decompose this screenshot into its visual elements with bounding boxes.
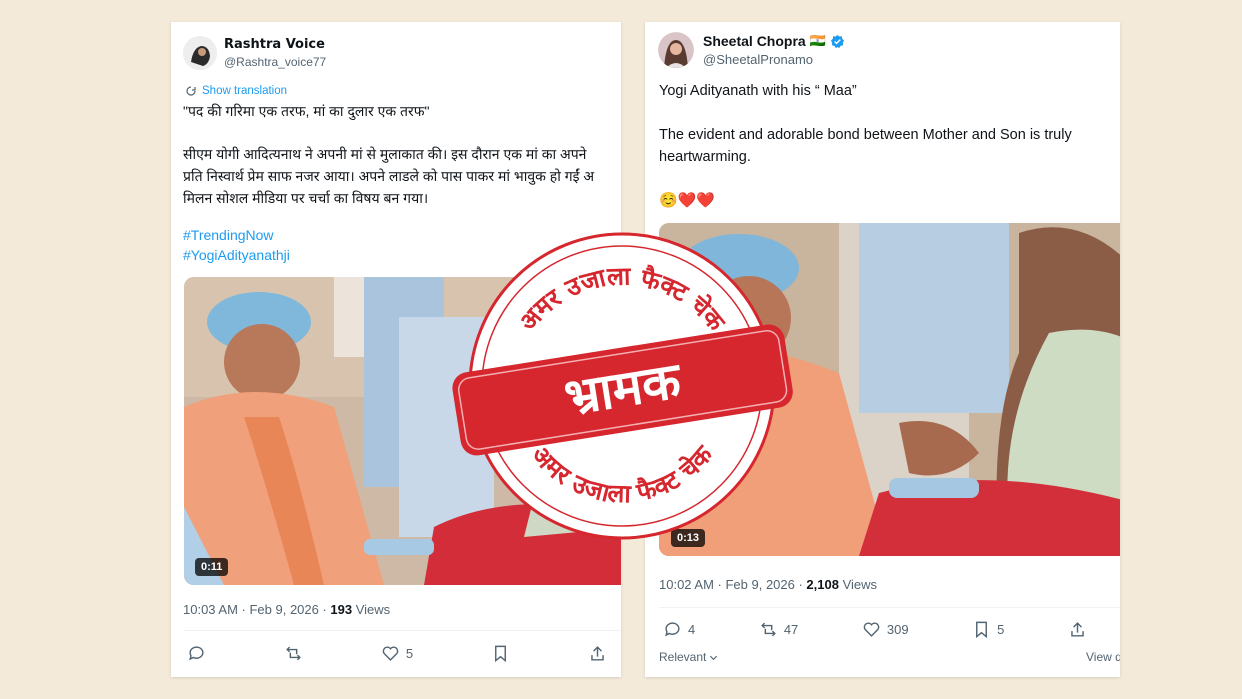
sort-relevant-dropdown[interactable]: Relevant <box>659 650 719 664</box>
stamp-graphic: अमर उजाला फैक्ट चेक अमर उजाला फैक्ट चेक … <box>452 232 793 540</box>
tweet-quote-line: "पद की गरिमा एक तरफ, मां का दुलार एक तरफ… <box>183 103 430 119</box>
video-duration-badge: 0:11 <box>195 558 229 576</box>
reply-count: 4 <box>688 622 696 637</box>
retweet-count: 47 <box>783 622 799 637</box>
tweet-text-line-3: heartwarming. <box>659 149 751 165</box>
tweet-meta: 10:03 AM · Feb 9, 2026 · 193 Views <box>183 602 390 617</box>
heart-icon <box>382 646 399 661</box>
tweet-meta: 10:02 AM · Feb 9, 2026 · 2,108 Views <box>659 577 877 592</box>
retweet-icon <box>286 646 301 661</box>
bookmark-count: 5 <box>997 622 1005 637</box>
display-name[interactable]: Rashtra Voice <box>224 37 325 52</box>
like-count: 309 <box>886 622 909 637</box>
divider <box>659 607 1120 608</box>
tweet-actions: 5 <box>187 644 607 663</box>
fact-check-stamp: अमर उजाला फैक्ट चेक अमर उजाला फैक्ट चेक … <box>448 230 796 542</box>
relevant-label: Relevant <box>659 650 707 664</box>
user-handle[interactable]: @Rashtra_voice77 <box>224 55 326 69</box>
reply-button[interactable]: 4 <box>663 620 695 639</box>
avatar[interactable] <box>183 36 217 70</box>
display-name[interactable]: Sheetal Chopra <box>703 33 806 49</box>
tweet-text-line-1: Yogi Adityanath with his “ Maa” <box>659 83 857 99</box>
reply-icon <box>665 622 680 637</box>
reply-button[interactable] <box>187 644 206 663</box>
avatar-image <box>183 36 217 70</box>
user-handle[interactable]: @SheetalPronamo <box>703 52 813 67</box>
tweet-text-line-2: प्रति निस्वार्थ प्रेम साफ नजर आया। अपने … <box>183 168 595 184</box>
share-icon <box>1071 622 1084 637</box>
share-button[interactable] <box>588 644 607 663</box>
reply-icon <box>189 646 204 661</box>
bookmark-button[interactable]: 5 <box>972 620 1004 639</box>
like-button[interactable]: 5 <box>381 644 413 663</box>
heart-icon <box>863 622 880 637</box>
tweet-text-line-1: सीएम योगी आदित्यनाथ ने अपनी मां से मुलाक… <box>183 146 587 162</box>
hashtag-yogi-adityanathji[interactable]: #YogiAdityanathji <box>183 247 290 263</box>
tweet-timestamp[interactable]: 10:03 AM · Feb 9, 2026 · <box>183 602 330 617</box>
retweet-icon <box>760 622 776 637</box>
retweet-button[interactable]: 47 <box>759 620 798 639</box>
view-quotes-link[interactable]: View q <box>1086 650 1120 664</box>
flag-emoji: 🇮🇳 <box>809 33 826 48</box>
bookmark-button[interactable] <box>491 644 510 663</box>
hashtag-trending-now[interactable]: #TrendingNow <box>183 227 274 243</box>
view-count: 193 <box>330 602 353 617</box>
share-icon <box>591 646 604 661</box>
show-translation-label: Show translation <box>202 85 288 97</box>
share-button[interactable] <box>1068 620 1087 639</box>
avatar-image <box>658 32 694 68</box>
view-count: 2,108 <box>806 577 839 592</box>
tweet-timestamp[interactable]: 10:02 AM · Feb 9, 2026 · <box>659 577 806 592</box>
bookmark-icon <box>495 645 507 663</box>
tweet-text-line-2: The evident and adorable bond between Mo… <box>659 127 1072 143</box>
retweet-button[interactable] <box>284 644 303 663</box>
translate-icon <box>186 86 196 96</box>
divider <box>183 630 621 631</box>
views-label: Views <box>352 602 391 617</box>
avatar[interactable] <box>658 32 694 68</box>
bookmark-icon <box>976 621 988 639</box>
chevron-down-icon <box>710 655 718 660</box>
show-translation-link[interactable]: Show translation <box>185 85 287 97</box>
verified-badge-icon[interactable] <box>830 34 845 49</box>
emoji-line: ☺️❤️❤️ <box>659 192 716 209</box>
like-count: 5 <box>405 646 414 661</box>
views-label: Views <box>838 577 878 592</box>
display-name-row: Sheetal Chopra 🇮🇳 <box>703 33 845 49</box>
like-button[interactable]: 309 <box>862 620 909 639</box>
tweet-text-line-3: मिलन सोशल मीडिया पर चर्चा का विषय बन गया… <box>183 190 429 206</box>
tweet-actions: 4 47 309 5 <box>663 620 1087 639</box>
